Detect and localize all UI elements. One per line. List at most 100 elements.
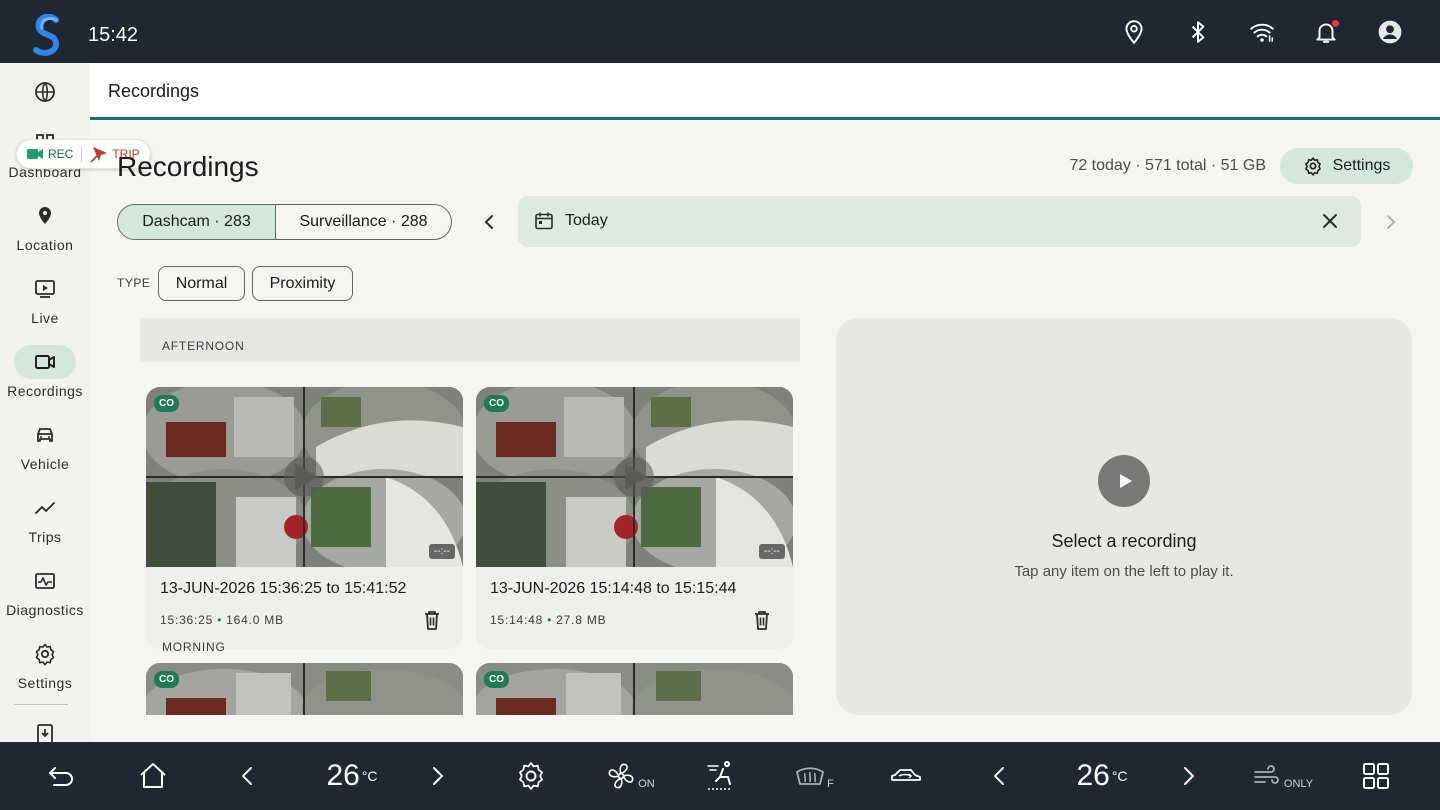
recordings-list[interactable]: AFTERNOON CO --:-- 13-JUN-2026 15:36:25 … bbox=[140, 318, 800, 715]
calendar-icon bbox=[535, 212, 553, 230]
duration-label: --:-- bbox=[758, 544, 785, 559]
chip-normal[interactable]: Normal bbox=[158, 266, 245, 301]
wind-icon bbox=[1254, 765, 1279, 784]
settings-button-label: Settings bbox=[1332, 157, 1391, 174]
defrost-label: F bbox=[827, 778, 834, 790]
header-title: Recordings bbox=[108, 81, 200, 101]
live-video-icon bbox=[35, 280, 55, 298]
segment-surveillance[interactable]: Surveillance · 288 bbox=[276, 205, 451, 239]
right-temp-unit: °C bbox=[1111, 768, 1128, 784]
source-segmented-control: Dashcam · 283 Surveillance · 288 bbox=[117, 204, 452, 240]
delete-trash-icon[interactable] bbox=[421, 609, 443, 631]
preview-title: Select a recording bbox=[1051, 531, 1197, 551]
wifi-icon[interactable] bbox=[1230, 0, 1294, 63]
recording-title: 13-JUN-2026 15:14:48 to 15:15:44 bbox=[490, 580, 737, 597]
left-temperature: 26 °C bbox=[310, 742, 394, 810]
left-temp-down-button[interactable] bbox=[232, 742, 264, 810]
right-temp-value: 26 bbox=[1076, 759, 1110, 792]
windshield-defrost-icon bbox=[796, 767, 825, 785]
recording-card[interactable]: CO bbox=[476, 663, 793, 715]
right-temp-down-button[interactable] bbox=[984, 742, 1016, 810]
date-filter-value: Today bbox=[565, 212, 608, 229]
right-temperature: 26 °C bbox=[1060, 742, 1144, 810]
section-header: AFTERNOON bbox=[140, 318, 800, 362]
back-button[interactable] bbox=[38, 742, 84, 810]
date-filter-field[interactable]: Today bbox=[518, 196, 1361, 247]
gear-icon bbox=[519, 762, 543, 790]
clock: 15:42 bbox=[88, 24, 139, 46]
app-grid-icon bbox=[1363, 763, 1389, 789]
gear-icon bbox=[1304, 157, 1321, 176]
delete-trash-icon[interactable] bbox=[751, 609, 773, 631]
recording-time: 15:36:25 bbox=[160, 613, 214, 627]
front-defrost-button[interactable]: F bbox=[788, 742, 840, 810]
play-overlay-icon bbox=[614, 457, 654, 497]
home-button[interactable] bbox=[130, 742, 176, 810]
recirculation-button[interactable] bbox=[878, 742, 934, 810]
app-grid-button[interactable] bbox=[1356, 742, 1396, 810]
recording-thumbnail: CO --:-- bbox=[476, 387, 793, 567]
play-overlay-icon bbox=[284, 457, 324, 497]
left-temp-unit: °C bbox=[361, 768, 378, 784]
notification-bell-icon[interactable] bbox=[1294, 0, 1358, 63]
duration-label: --:-- bbox=[428, 544, 455, 559]
airflow-seat-icon bbox=[707, 761, 731, 790]
recording-title: 13-JUN-2026 15:36:25 to 15:41:52 bbox=[160, 580, 407, 597]
account-avatar-icon[interactable] bbox=[1358, 0, 1422, 63]
left-temp-value: 26 bbox=[326, 759, 360, 792]
sidebar-item-label: Location bbox=[16, 237, 74, 253]
chip-proximity[interactable]: Proximity bbox=[252, 266, 353, 301]
car-icon bbox=[37, 428, 53, 442]
video-camera-icon bbox=[35, 355, 55, 369]
section-header-label: AFTERNOON bbox=[162, 339, 245, 353]
location-pin-icon[interactable] bbox=[1102, 0, 1166, 63]
chevron-left-icon bbox=[993, 767, 1004, 785]
chevron-right-icon bbox=[1184, 767, 1195, 785]
sidebar-item-location[interactable]: Location bbox=[0, 199, 90, 253]
bluetooth-icon[interactable] bbox=[1166, 0, 1230, 63]
recording-time: 15:14:48 bbox=[490, 613, 544, 627]
bottom-control-bar: 26 °C ON F 26 °C ONLY bbox=[0, 742, 1440, 810]
sidebar-item-label: Vehicle bbox=[20, 456, 70, 472]
clear-date-close-icon[interactable] bbox=[1319, 210, 1341, 232]
chevron-right-icon bbox=[433, 767, 444, 785]
next-date-chevron-icon[interactable] bbox=[1380, 210, 1402, 234]
camera-badge: CO bbox=[154, 395, 179, 412]
fan-toggle-button[interactable]: ON bbox=[604, 742, 656, 810]
play-icon[interactable] bbox=[1098, 455, 1150, 507]
type-filter-label: TYPE bbox=[117, 276, 151, 290]
app-header: Recordings bbox=[90, 63, 1440, 118]
sidebar-item-vehicle[interactable]: Vehicle bbox=[0, 418, 90, 472]
recording-card[interactable]: CO --:-- 13-JUN-2026 15:14:48 to 15:15:4… bbox=[476, 387, 793, 649]
sidebar-item-label: Live bbox=[31, 310, 59, 326]
airflow-only-button[interactable]: ONLY bbox=[1250, 742, 1314, 810]
preview-pane: Select a recording Tap any item on the l… bbox=[836, 318, 1412, 715]
sidebar-item-settings[interactable]: Settings bbox=[0, 637, 90, 691]
chevron-left-icon bbox=[241, 767, 252, 785]
sidebar-item-browser[interactable] bbox=[0, 75, 90, 109]
climate-settings-button[interactable] bbox=[508, 742, 554, 810]
sidebar-item-trips[interactable]: Trips bbox=[0, 491, 90, 545]
right-temp-up-button[interactable] bbox=[1172, 742, 1204, 810]
airflow-mode-button[interactable] bbox=[696, 742, 742, 810]
preview-subtitle: Tap any item on the left to play it. bbox=[1014, 563, 1234, 580]
segment-dashcam[interactable]: Dashcam · 283 bbox=[118, 205, 276, 239]
rec-label: REC bbox=[48, 147, 74, 161]
back-arrow-icon bbox=[49, 767, 73, 786]
sidebar-item-live[interactable]: Live bbox=[0, 272, 90, 326]
recording-card[interactable]: CO bbox=[146, 663, 463, 715]
left-temp-up-button[interactable] bbox=[421, 742, 453, 810]
settings-button[interactable]: Settings bbox=[1280, 148, 1413, 184]
sidebar-item-label: Recordings bbox=[7, 383, 83, 399]
trend-line-icon bbox=[35, 502, 55, 514]
sidebar-item-label: Trips bbox=[28, 529, 62, 545]
pill-separator bbox=[81, 146, 83, 162]
recording-thumbnail: CO --:-- bbox=[146, 387, 463, 567]
app-logo bbox=[33, 14, 60, 56]
recording-card[interactable]: CO --:-- 13-JUN-2026 15:36:25 to 15:41:5… bbox=[146, 387, 463, 649]
sidebar-item-recordings[interactable]: Recordings bbox=[0, 345, 90, 399]
car-recirculation-icon bbox=[891, 769, 921, 781]
fan-state-label: ON bbox=[638, 778, 655, 790]
previous-date-chevron-icon[interactable] bbox=[478, 210, 500, 234]
sidebar-item-diagnostics[interactable]: Diagnostics bbox=[0, 564, 90, 618]
